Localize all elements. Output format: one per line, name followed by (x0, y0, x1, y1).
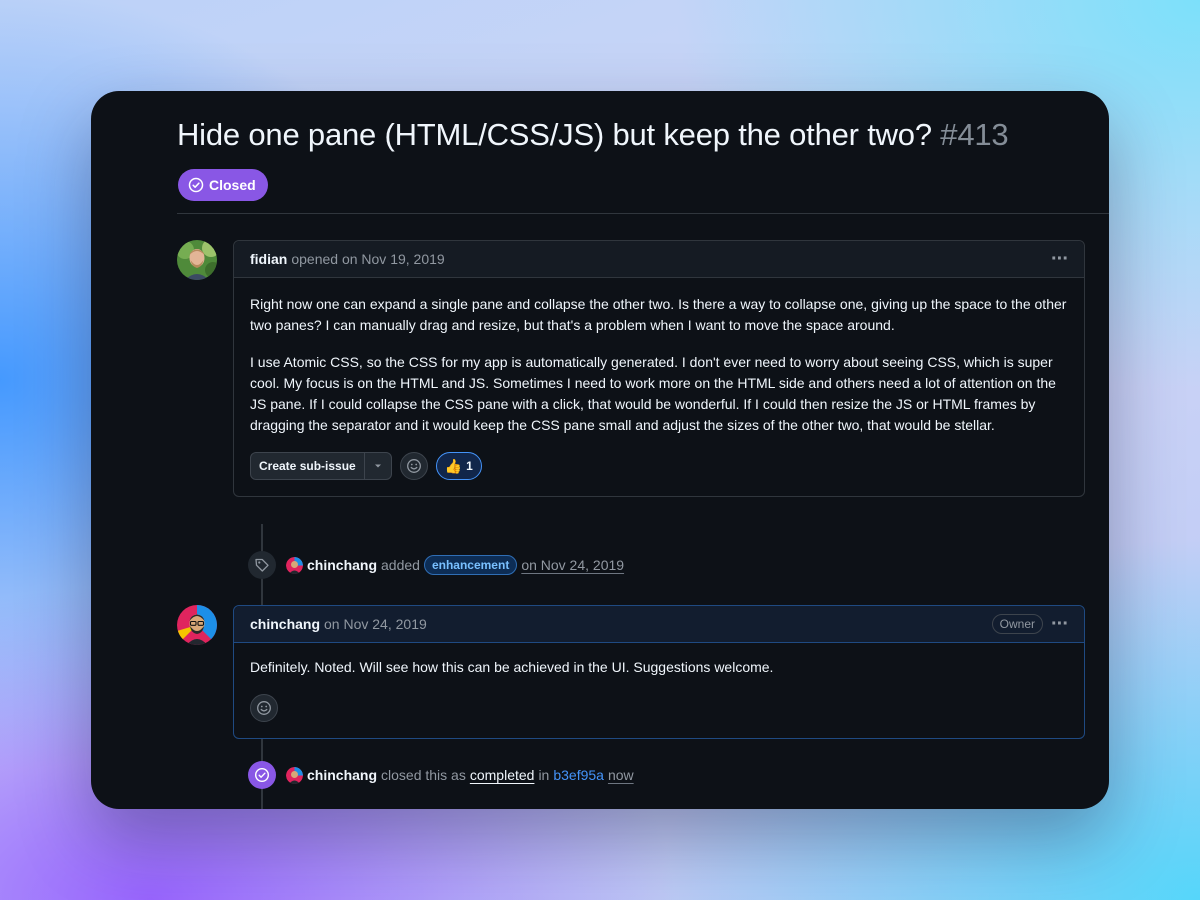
comment-meta[interactable]: on Nov 24, 2019 (324, 616, 427, 632)
closed-event: chinchang closed this as completed in b3… (248, 761, 634, 789)
add-reaction-button[interactable] (399, 452, 428, 480)
add-reaction-button[interactable] (250, 694, 278, 722)
comment-header: chinchang on Nov 24, 2019 Owner ··· (234, 606, 1084, 643)
triangle-down-icon (374, 464, 381, 468)
create-sub-issue-button[interactable]: Create sub-issue (251, 453, 364, 479)
sub-issue-dropdown-button[interactable] (363, 453, 391, 479)
issue-state-badge: Closed (178, 169, 268, 201)
comment-paragraph: Definitely. Noted. Will see how this can… (250, 659, 774, 675)
smiley-icon (406, 459, 421, 473)
issue-card: Hide one pane (HTML/CSS/JS) but keep the… (91, 91, 1109, 809)
kebab-horizontal-icon[interactable]: ··· (1051, 249, 1069, 269)
issue-state-label: Closed (209, 177, 256, 193)
event-action: closed this as (381, 767, 466, 783)
comment-actions: Create sub-issue 👍 1 (234, 452, 1084, 496)
close-reason-link[interactable]: completed (470, 767, 535, 783)
header-divider (177, 213, 1109, 214)
avatar-chinchang-small[interactable] (286, 556, 303, 574)
issue-number: #413 (940, 117, 1009, 152)
event-badge (248, 551, 276, 579)
comment-paragraph: I use Atomic CSS, so the CSS for my app … (250, 354, 1056, 433)
create-sub-issue-split-button: Create sub-issue (250, 452, 392, 480)
thumbs-up-reaction[interactable]: 👍 1 (435, 452, 482, 480)
check-circle-icon (254, 767, 270, 783)
comment-body: Definitely. Noted. Will see how this can… (234, 643, 1084, 678)
avatar-chinchang-small[interactable] (286, 766, 303, 784)
event-actor[interactable]: chinchang (307, 767, 377, 783)
labeled-event: chinchang added enhancement on Nov 24, 2… (248, 551, 624, 579)
event-actor[interactable]: chinchang (307, 557, 377, 573)
comment-meta[interactable]: opened on Nov 19, 2019 (291, 251, 444, 267)
comment-header: fidian opened on Nov 19, 2019 ··· (234, 241, 1084, 278)
event-badge (248, 761, 276, 789)
comment-author[interactable]: chinchang (250, 616, 320, 632)
event-preposition: in (538, 767, 550, 783)
issue-title: Hide one pane (HTML/CSS/JS) but keep the… (177, 117, 1009, 153)
event-timestamp[interactable]: now (608, 767, 634, 783)
label-enhancement[interactable]: enhancement (423, 555, 518, 575)
smiley-icon (257, 701, 271, 715)
comment-fidian: fidian opened on Nov 19, 2019 ··· Right … (233, 240, 1085, 497)
tag-icon (255, 558, 269, 572)
event-timestamp[interactable]: on Nov 24, 2019 (521, 557, 624, 573)
comment-chinchang: chinchang on Nov 24, 2019 Owner ··· Defi… (233, 605, 1085, 739)
comment-paragraph: Right now one can expand a single pane a… (250, 296, 1067, 333)
comment-author[interactable]: fidian (250, 251, 287, 267)
avatar-fidian[interactable] (177, 240, 217, 280)
comment-actions (234, 694, 1084, 738)
check-circle-icon (188, 177, 204, 193)
commit-link[interactable]: b3ef95a (553, 767, 604, 783)
reaction-count: 1 (466, 459, 473, 473)
issue-title-text: Hide one pane (HTML/CSS/JS) but keep the… (177, 117, 932, 152)
thumbs-up-icon: 👍 (444, 457, 463, 474)
owner-badge: Owner (991, 614, 1044, 634)
avatar-chinchang[interactable] (177, 605, 217, 645)
kebab-horizontal-icon[interactable]: ··· (1051, 614, 1069, 634)
comment-body: Right now one can expand a single pane a… (234, 278, 1084, 436)
event-action: added (381, 557, 420, 573)
